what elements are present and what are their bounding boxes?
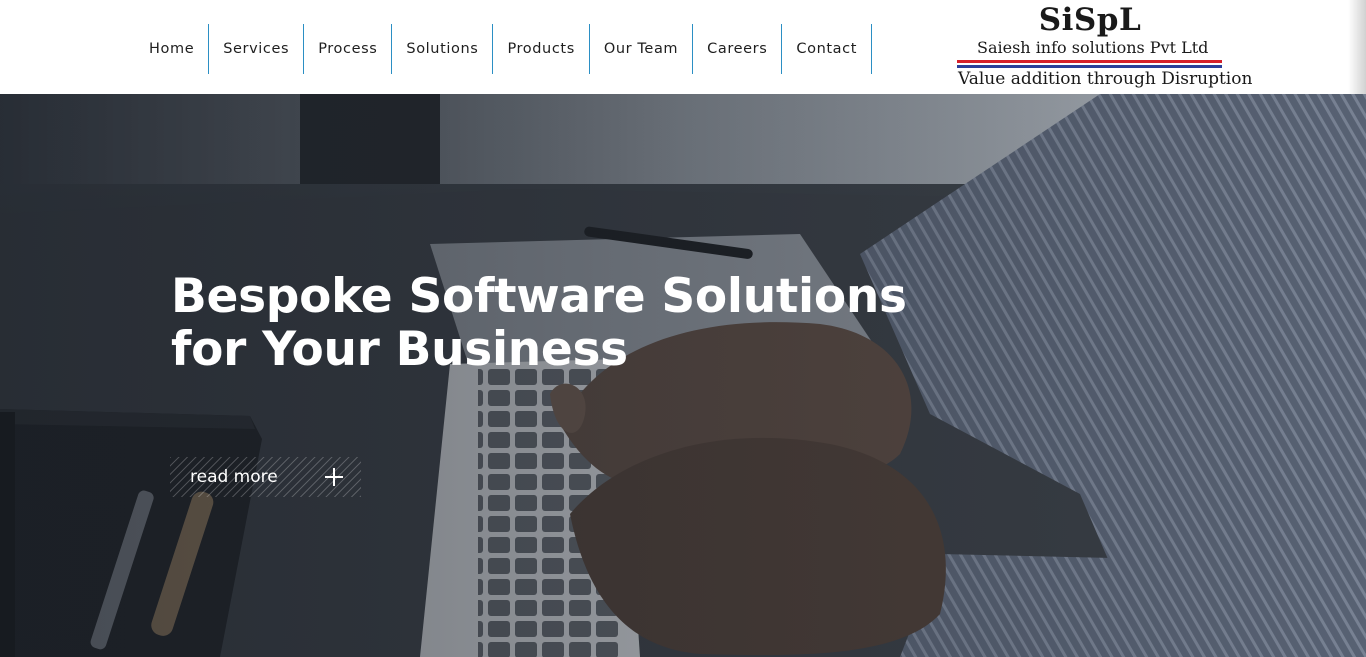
nav-item-products[interactable]: Products	[493, 24, 590, 74]
logo-company-name: Saiesh info solutions Pvt Ltd	[977, 38, 1209, 57]
nav-item-our-team[interactable]: Our Team	[590, 24, 694, 74]
site-header: Home Services Process Solutions Products…	[0, 0, 1366, 94]
logo-mark: SiSpL	[1038, 2, 1142, 38]
nav-item-solutions[interactable]: Solutions	[392, 24, 494, 74]
nav-item-home[interactable]: Home	[135, 24, 210, 74]
nav-item-careers[interactable]: Careers	[693, 24, 783, 74]
company-logo[interactable]: SiSpL Saiesh info solutions Pvt Ltd Valu…	[955, 2, 1252, 92]
read-more-button[interactable]: read more	[170, 457, 361, 497]
logo-blue-rule	[957, 65, 1222, 68]
hero-banner: Bespoke Software Solutions for Your Busi…	[0, 94, 1366, 657]
nav-item-services[interactable]: Services	[209, 24, 305, 74]
read-more-label: read more	[190, 467, 278, 487]
plus-icon	[325, 468, 343, 486]
main-nav: Home Services Process Solutions Products…	[135, 24, 873, 74]
logo-red-rule	[957, 60, 1222, 63]
logo-tagline: Value addition through Disruption	[958, 69, 1253, 89]
nav-item-process[interactable]: Process	[304, 24, 393, 74]
nav-item-contact[interactable]: Contact	[782, 24, 873, 74]
hero-title: Bespoke Software Solutions for Your Busi…	[171, 269, 907, 377]
